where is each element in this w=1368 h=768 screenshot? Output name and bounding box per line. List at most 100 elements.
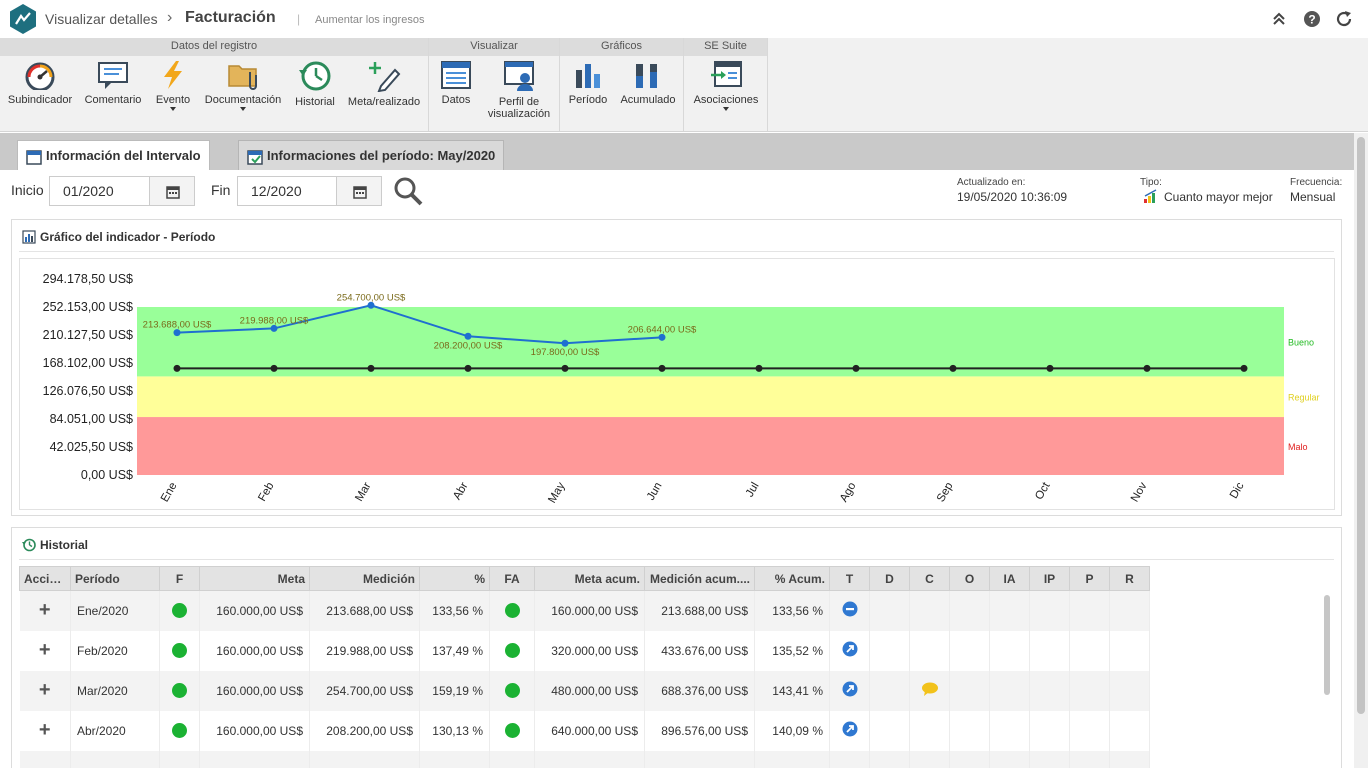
row-action-button[interactable]: + [19, 590, 71, 631]
trend-cell[interactable] [829, 590, 870, 631]
column-header[interactable]: % [419, 566, 490, 591]
start-date-input[interactable] [49, 176, 150, 206]
table-row[interactable]: + Ene/2020 160.000,00 US$ 213.688,00 US$ 133… [19, 590, 1335, 631]
table-row[interactable]: + Mar/2020 160.000,00 US$ 254.700,00 US$ 159… [19, 670, 1335, 711]
refresh-icon[interactable] [1335, 10, 1353, 28]
trend-cell[interactable] [829, 670, 870, 711]
documentacion-button[interactable]: Documentación [203, 60, 283, 111]
data-point [270, 364, 278, 372]
tab-informaciones-periodo[interactable]: Informaciones del período: May/2020 [238, 140, 505, 170]
asociaciones-caret-icon [723, 107, 729, 111]
x-tick-label: Jul [744, 481, 762, 500]
end-date-input[interactable] [237, 176, 337, 206]
row-action-button[interactable]: + [19, 710, 71, 751]
collapse-icon[interactable] [1270, 10, 1288, 28]
start-calendar-button[interactable] [149, 176, 195, 206]
add-icon[interactable]: + [39, 639, 51, 661]
status-cell [159, 630, 200, 671]
row-action-button[interactable]: + [19, 670, 71, 711]
page-scrollbar-thumb[interactable] [1357, 137, 1365, 714]
column-header[interactable]: IP [1029, 566, 1070, 591]
row-action-button[interactable]: + [19, 630, 71, 671]
comentario-button[interactable]: Comentario [82, 60, 144, 106]
breadcrumb[interactable]: Visualizar detalles [45, 11, 158, 27]
band-label: Regular [1288, 393, 1320, 403]
tab-informacion-intervalo[interactable]: Información del Intervalo [17, 140, 210, 170]
ip-cell [1029, 590, 1070, 631]
tab-label: Informaciones del período: May/2020 [267, 148, 496, 163]
x-tick-label: Sep [935, 481, 956, 505]
column-header[interactable]: % Acum. [754, 566, 830, 591]
trend-up-icon [842, 681, 857, 697]
column-header[interactable]: C [909, 566, 950, 591]
column-header[interactable]: R [1109, 566, 1150, 591]
title-separator: | [297, 12, 301, 26]
empty-cell [1069, 750, 1110, 768]
help-icon[interactable]: ? [1303, 10, 1321, 28]
data-point [658, 364, 666, 372]
acumulado-chart-label: Acumulado [620, 94, 676, 106]
column-header[interactable]: IA [989, 566, 1030, 591]
column-header[interactable]: Meta acum. [534, 566, 645, 591]
divider [19, 251, 1334, 252]
ribbon-group-se-suite: SE Suite Asociaciones [684, 38, 768, 131]
table-row[interactable]: + Abr/2020 160.000,00 US$ 208.200,00 US$ 130… [19, 710, 1335, 751]
band-label: Malo [1288, 442, 1308, 452]
status-green-icon [172, 723, 187, 739]
trend-cell[interactable] [829, 630, 870, 671]
datos-button[interactable]: Datos [437, 60, 475, 106]
status-green-icon [504, 643, 520, 659]
c-cell [909, 630, 950, 671]
column-header[interactable]: Accio... [19, 566, 71, 591]
page-scrollbar[interactable] [1354, 133, 1368, 768]
column-header[interactable]: Período [70, 566, 160, 591]
type-value: Cuanto mayor mejor [1164, 190, 1273, 204]
add-icon[interactable]: + [39, 599, 51, 621]
calendar-icon [26, 149, 42, 165]
c-cell [909, 670, 950, 711]
historial-button[interactable]: Historial [292, 60, 338, 108]
table-scrollbar-thumb[interactable] [1324, 595, 1330, 695]
ribbon-group-title: SE Suite [684, 38, 767, 56]
frequency-label: Frecuencia: [1290, 177, 1343, 188]
calendar-icon [353, 186, 367, 199]
p-cell [1069, 670, 1110, 711]
end-calendar-button[interactable] [336, 176, 382, 206]
trend-cell[interactable] [829, 710, 870, 751]
title-bar: Visualizar detalles › Facturación | Aume… [0, 0, 1368, 38]
search-icon[interactable] [392, 176, 424, 206]
frequency-value: Mensual [1290, 190, 1336, 204]
x-tick-label: Ago [838, 481, 859, 505]
band-bueno [137, 307, 1284, 377]
empty-cell [1029, 750, 1070, 768]
column-header[interactable]: T [829, 566, 870, 591]
acumulado-chart-button[interactable]: Acumulado [618, 60, 678, 106]
row-filler [1149, 670, 1335, 711]
evento-button[interactable]: Evento [150, 60, 196, 111]
column-header[interactable]: D [869, 566, 910, 591]
column-header[interactable]: Meta [199, 566, 310, 591]
perfil-visualizacion-button[interactable]: Perfil de visualización [485, 60, 553, 120]
line-chart: Malo Regular Bueno 294.178,50 US$ 252.153,00… [43, 272, 1320, 505]
column-header[interactable]: F [159, 566, 200, 591]
asociaciones-button[interactable]: Asociaciones [690, 60, 762, 111]
add-icon[interactable]: + [39, 719, 51, 741]
periodo-chart-button[interactable]: Período [566, 60, 610, 106]
column-header[interactable]: FA [489, 566, 535, 591]
status-green-icon [172, 643, 187, 659]
evento-caret-icon [170, 107, 176, 111]
subindicador-button[interactable]: Subindicador [6, 60, 74, 106]
lightning-icon [164, 61, 182, 89]
add-icon[interactable]: + [39, 679, 51, 701]
column-header[interactable]: Medición [309, 566, 420, 591]
column-header[interactable]: P [1069, 566, 1110, 591]
percent-acum-cell: 140,09 % [754, 710, 830, 751]
comment-bubble-icon[interactable] [921, 682, 939, 696]
column-header[interactable]: O [949, 566, 990, 591]
column-header[interactable]: Medición acum.... [644, 566, 755, 591]
medicion-cell: 254.700,00 US$ [309, 670, 420, 711]
table-row[interactable]: + Feb/2020 160.000,00 US$ 219.988,00 US$ 137… [19, 630, 1335, 671]
ip-cell [1029, 630, 1070, 671]
meta-realizado-button[interactable]: Meta/realizado [346, 60, 422, 108]
period-cell: Ene/2020 [70, 590, 160, 631]
